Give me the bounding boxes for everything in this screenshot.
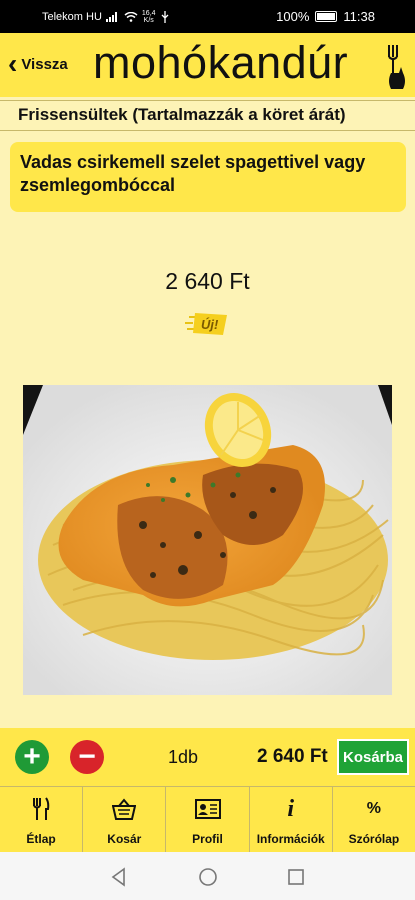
back-button[interactable]: ‹ Vissza xyxy=(8,49,68,79)
tab-informaciok[interactable]: i Információk xyxy=(250,787,333,852)
percent-icon: % xyxy=(366,800,382,817)
decrease-quantity-button[interactable]: − xyxy=(70,740,104,774)
quantity-value: 1db xyxy=(168,747,199,767)
dish-illustration xyxy=(23,385,392,695)
info-icon: i xyxy=(287,795,295,822)
svg-text:Új!: Új! xyxy=(201,317,219,332)
bottom-tab-bar: Étlap Kosár Profil i Információk % Szóró… xyxy=(0,786,415,852)
network-speed-value: 16,4 xyxy=(141,10,156,17)
network-speed: 16,4 K/s xyxy=(142,10,156,24)
back-label: Vissza xyxy=(21,55,68,73)
tab-label: Étlap xyxy=(26,832,56,846)
clock: 11:38 xyxy=(343,9,375,24)
nav-recents-icon[interactable] xyxy=(285,866,307,888)
product-name: Vadas csirkemell szelet spagettivel vagy… xyxy=(20,152,366,195)
cat-fork-icon xyxy=(388,45,405,89)
cutlery-icon xyxy=(0,797,82,821)
usb-icon xyxy=(161,11,168,23)
increase-quantity-button[interactable]: + xyxy=(15,740,49,774)
tab-kosar[interactable]: Kosár xyxy=(83,787,167,852)
tab-label: Kosár xyxy=(107,832,142,846)
nav-home-icon[interactable] xyxy=(197,866,219,888)
new-badge-icon: Új! xyxy=(185,313,227,335)
battery-percent: 100% xyxy=(276,9,310,24)
wifi-icon xyxy=(124,12,138,22)
product-photo xyxy=(23,385,392,695)
product-price: 2 640 Ft xyxy=(165,268,250,294)
tab-label: Profil xyxy=(192,832,223,846)
system-nav-bar xyxy=(0,852,415,900)
signal-icon xyxy=(105,12,117,22)
app-header: ‹ Vissza mohókandúr xyxy=(0,33,415,97)
network-speed-unit: K/s xyxy=(143,17,154,24)
carrier-name: Telekom HU xyxy=(42,11,102,23)
status-bar: Telekom HU 16,4 K/s 100% 11:38 xyxy=(0,0,415,33)
add-to-cart-button[interactable]: Kosárba xyxy=(337,739,409,775)
tab-label: Szórólap xyxy=(348,832,400,846)
tab-etlap[interactable]: Étlap xyxy=(0,787,84,852)
minus-icon: − xyxy=(78,740,96,773)
total-price: 2 640 Ft xyxy=(257,746,328,767)
battery-icon xyxy=(315,11,338,22)
tab-szorolap[interactable]: % Szórólap xyxy=(333,787,415,852)
tab-profil[interactable]: Profil xyxy=(166,787,250,852)
category-title: Frissensültek (Tartalmazzák a köret árát… xyxy=(0,100,415,131)
chevron-left-icon: ‹ xyxy=(8,48,18,79)
nav-back-icon[interactable] xyxy=(108,866,130,888)
tab-label: Információk xyxy=(256,832,325,846)
cart-bar: + − 1db 2 640 Ft Kosárba xyxy=(0,728,415,786)
plus-icon: + xyxy=(23,740,41,773)
brand-logo-text: mohókandúr xyxy=(93,37,349,88)
id-card-icon xyxy=(166,797,248,821)
product-title-card: Vadas csirkemell szelet spagettivel vagy… xyxy=(10,142,406,212)
basket-icon xyxy=(83,797,165,821)
